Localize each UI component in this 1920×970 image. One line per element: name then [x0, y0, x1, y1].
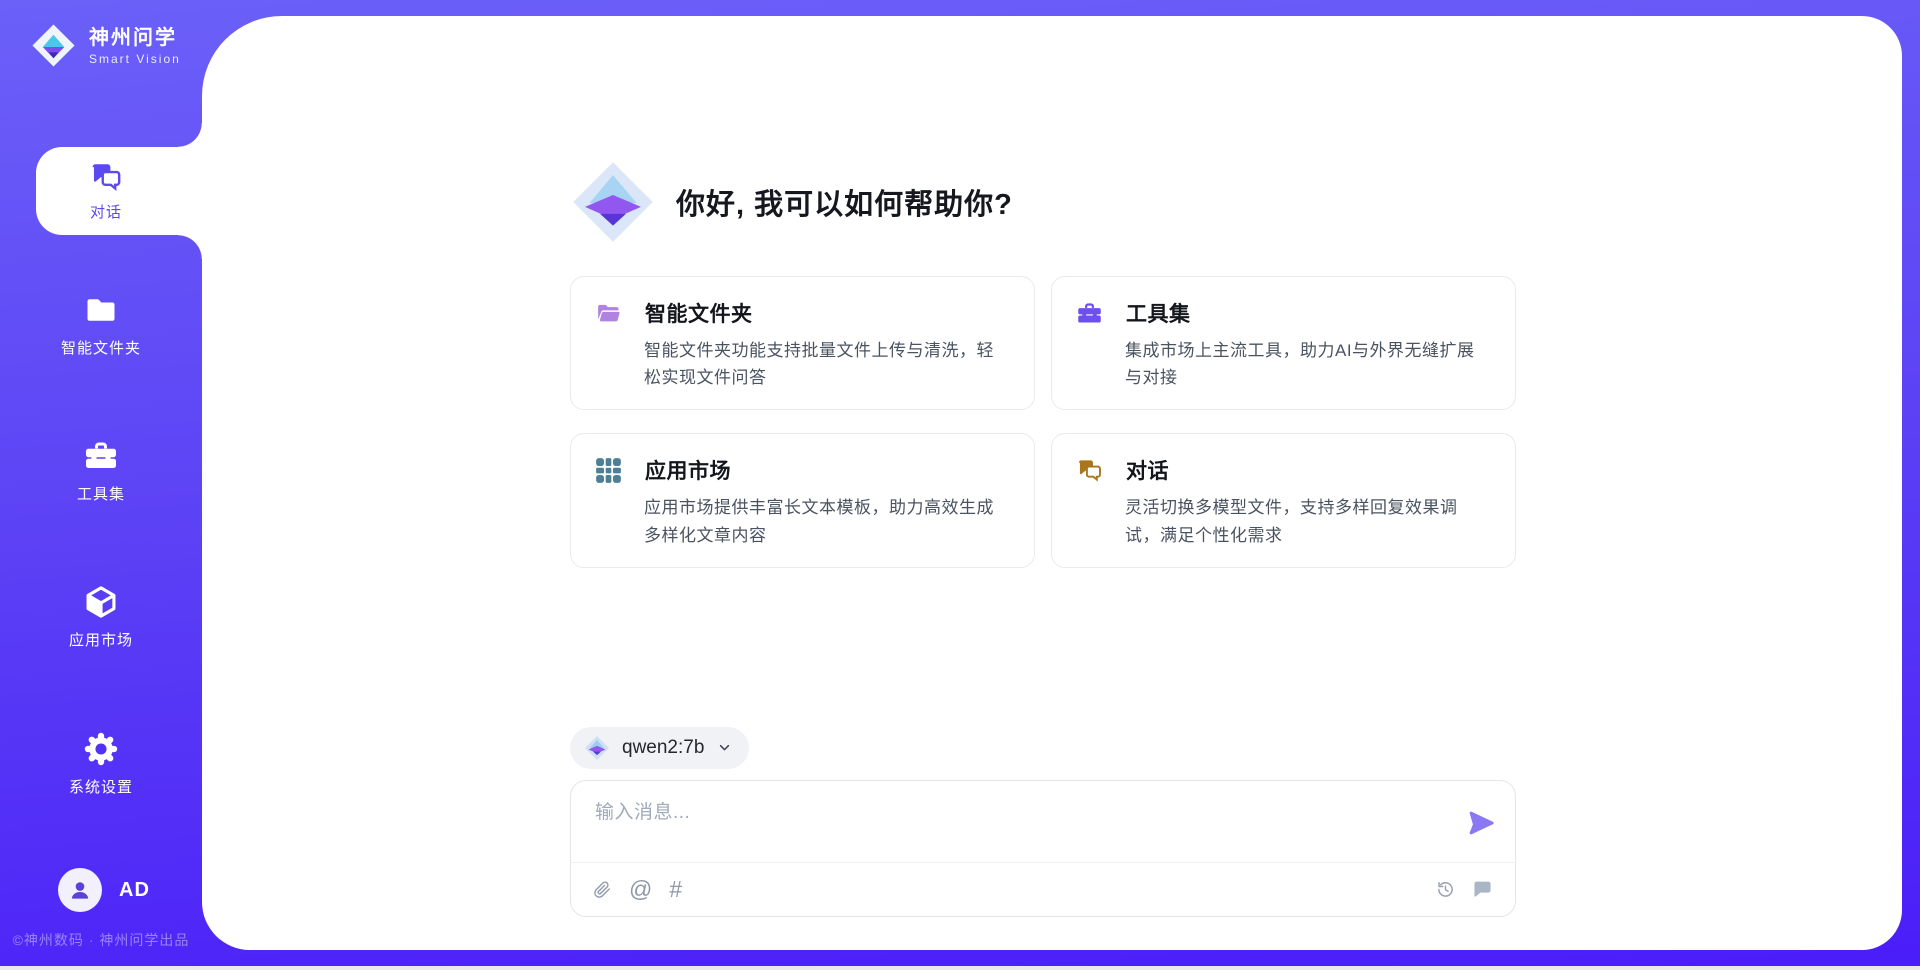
composer-toolbar: @ #	[571, 862, 1515, 916]
card-title: 应用市场	[645, 455, 731, 485]
cube-icon	[83, 584, 119, 620]
tab-corner-bottom-icon	[178, 235, 202, 259]
card-description: 灵活切换多模型文件，支持多样回复效果调试，满足个性化需求	[1125, 494, 1491, 548]
card-description: 应用市场提供丰富长文本模板，助力高效生成多样化文章内容	[644, 494, 1010, 548]
brand-name: 神州问学	[89, 26, 181, 50]
chat-bubble-icon	[1472, 879, 1493, 900]
folder-open-icon	[595, 300, 622, 327]
attach-file-button[interactable]	[593, 880, 612, 899]
feature-cards: 智能文件夹 智能文件夹功能支持批量文件上传与清洗，轻松实现文件问答	[570, 276, 1516, 568]
card-title: 智能文件夹	[645, 298, 753, 328]
sidebar-item-chat[interactable]: 对话	[36, 147, 202, 235]
history-icon	[1435, 879, 1456, 900]
sidebar-item-smart-folder[interactable]: 智能文件夹	[0, 292, 202, 358]
gear-icon	[83, 731, 119, 767]
sidebar-item-settings[interactable]: 系统设置	[0, 731, 202, 797]
avatar	[58, 868, 102, 912]
new-chat-button[interactable]	[1472, 879, 1493, 900]
sidebar-item-label: 对话	[90, 201, 122, 222]
model-selector[interactable]: qwen2:7b	[570, 727, 749, 769]
toolbox-icon	[1076, 300, 1103, 327]
model-name: qwen2:7b	[622, 737, 704, 759]
card-smart-folder[interactable]: 智能文件夹 智能文件夹功能支持批量文件上传与清洗，轻松实现文件问答	[570, 276, 1035, 410]
sidebar-item-app-market[interactable]: 应用市场	[0, 584, 202, 650]
sidebar-item-label: 应用市场	[69, 629, 133, 650]
chat-icon	[89, 160, 123, 194]
hash-icon: #	[669, 878, 682, 901]
toolbox-icon	[83, 438, 119, 474]
sidebar-item-label: 智能文件夹	[61, 337, 141, 358]
message-composer: @ #	[570, 780, 1516, 917]
history-button[interactable]	[1435, 879, 1456, 900]
card-toolset[interactable]: 工具集 集成市场上主流工具，助力AI与外界无缝扩展与对接	[1051, 276, 1516, 410]
mention-button[interactable]: @	[629, 878, 652, 901]
assistant-diamond-icon	[570, 159, 656, 245]
send-button[interactable]	[1466, 808, 1496, 838]
topic-button[interactable]: #	[669, 878, 682, 901]
window-edge	[0, 966, 1920, 970]
card-description: 集成市场上主流工具，助力AI与外界无缝扩展与对接	[1125, 337, 1491, 391]
copyright-text: ©神州数码 · 神州问学出品	[0, 930, 202, 950]
greeting-text: 你好, 我可以如何帮助你?	[676, 181, 1013, 223]
send-icon	[1466, 808, 1496, 838]
greeting: 你好, 我可以如何帮助你?	[570, 159, 1516, 245]
user-profile[interactable]: AD	[58, 868, 150, 912]
folder-icon	[83, 292, 119, 328]
main-content: 你好, 我可以如何帮助你? 智能文件夹 智能文件夹功能支持批量文件上传与清洗，轻…	[202, 16, 1902, 950]
brand: 神州问学 Smart Vision	[30, 22, 181, 69]
person-icon	[67, 877, 93, 903]
brand-diamond-icon	[30, 22, 77, 69]
sidebar: 神州问学 Smart Vision 对话 智能文件夹	[0, 0, 202, 970]
chevron-down-icon	[716, 739, 733, 756]
card-chat[interactable]: 对话 灵活切换多模型文件，支持多样回复效果调试，满足个性化需求	[1051, 433, 1516, 567]
composer-toolbar-right	[1419, 879, 1493, 900]
card-title: 对话	[1126, 455, 1169, 485]
card-description: 智能文件夹功能支持批量文件上传与清洗，轻松实现文件问答	[644, 337, 1010, 391]
tab-corner-top-icon	[178, 123, 202, 147]
model-diamond-icon	[584, 735, 610, 761]
brand-subtitle: Smart Vision	[89, 52, 181, 66]
message-input[interactable]	[595, 797, 1425, 859]
chat-icon	[1076, 457, 1103, 484]
app-window: 神州问学 Smart Vision 对话 智能文件夹	[0, 0, 1920, 970]
apps-grid-icon	[595, 457, 622, 484]
user-initials: AD	[119, 879, 150, 902]
card-title: 工具集	[1126, 298, 1191, 328]
sidebar-item-label: 系统设置	[69, 776, 133, 797]
sidebar-item-label: 工具集	[77, 483, 125, 504]
sidebar-item-toolset[interactable]: 工具集	[0, 438, 202, 504]
brand-text: 神州问学 Smart Vision	[89, 26, 181, 66]
card-app-market[interactable]: 应用市场 应用市场提供丰富长文本模板，助力高效生成多样化文章内容	[570, 433, 1035, 567]
paperclip-icon	[593, 880, 612, 899]
at-icon: @	[629, 878, 652, 901]
